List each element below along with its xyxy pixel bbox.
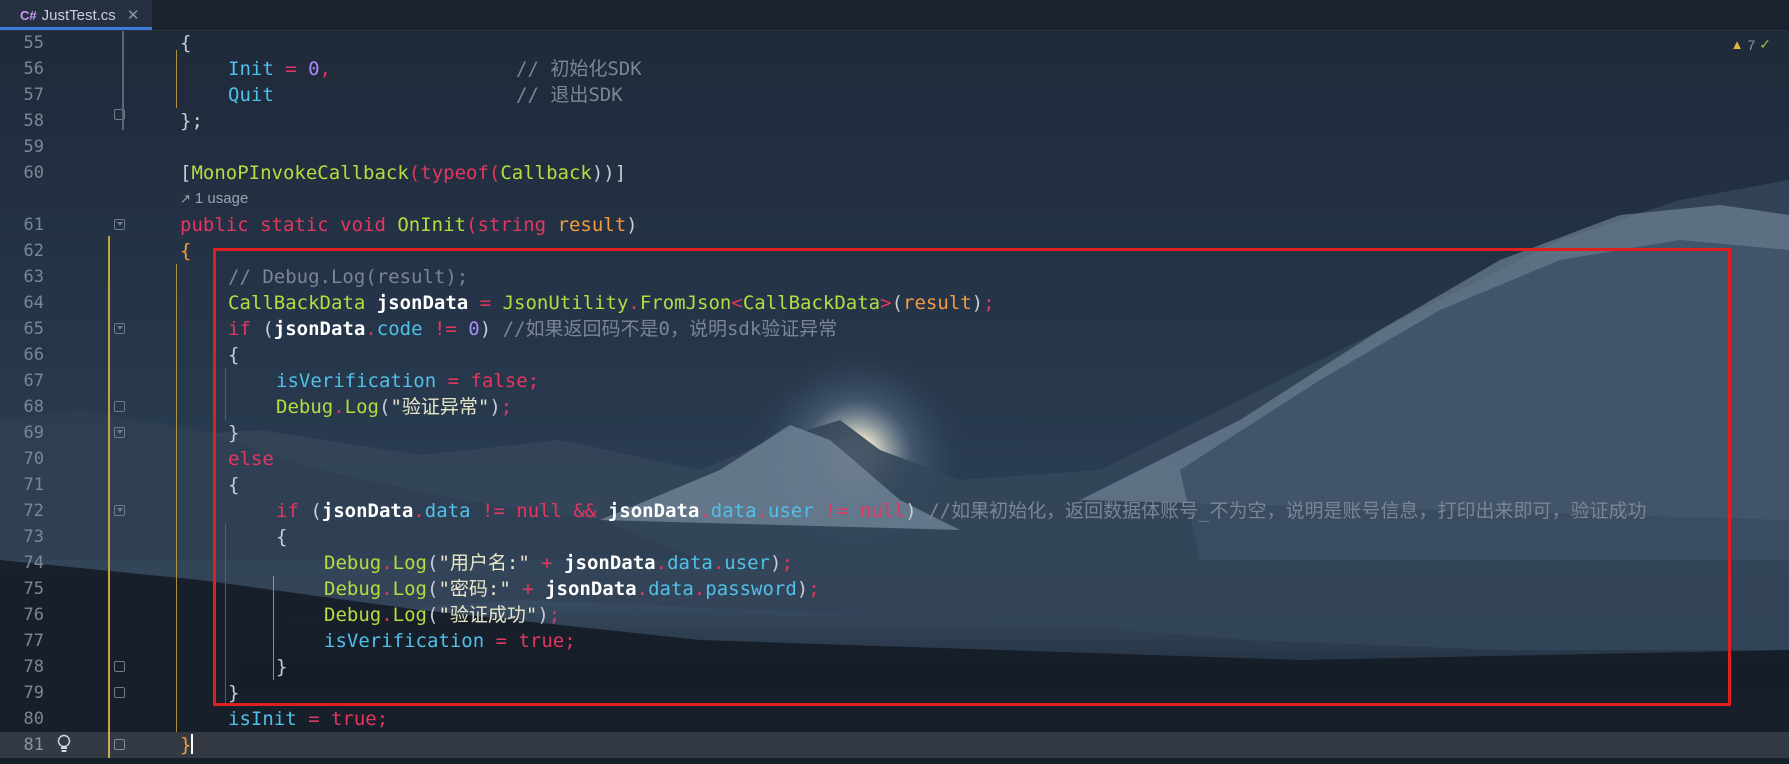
code-line-62: { — [180, 238, 191, 264]
code-line-58: }; — [180, 108, 203, 134]
comment: // 初始化SDK — [516, 58, 642, 80]
brace: { — [180, 240, 192, 262]
brace: { — [180, 32, 192, 54]
current-line-highlight — [0, 732, 1789, 758]
warning-count: 7 — [1747, 36, 1756, 53]
warning-triangle-icon: ▲ — [1730, 37, 1744, 52]
annotation-highlight-box — [213, 248, 1731, 706]
text-cursor — [191, 734, 194, 754]
punctuation: ) — [626, 214, 638, 236]
editor-tab-bar: C# JustTest.cs ✕ — [0, 0, 1789, 31]
comment: // 退出SDK — [516, 84, 623, 106]
operator: = — [273, 58, 309, 80]
tab-justtest-cs[interactable]: C# JustTest.cs ✕ — [0, 0, 152, 30]
code-line-61: public static void OnInit(string result) — [180, 212, 638, 238]
brace: } — [180, 734, 192, 756]
field: isInit — [228, 708, 297, 730]
punctuation: ( — [488, 162, 501, 184]
usage-hint[interactable]: ↗ 1 usage — [180, 186, 248, 212]
usage-count: 1 usage — [194, 190, 249, 207]
tab-filename: JustTest.cs — [41, 6, 116, 24]
active-tab-indicator — [0, 27, 152, 30]
number-literal: 0 — [308, 58, 320, 80]
keyword: typeof — [420, 162, 489, 184]
code-line-81: } — [180, 732, 194, 758]
punctuation: ; — [376, 708, 389, 730]
indent-guide — [176, 264, 177, 732]
attribute-name: MonoPInvokeCallback — [191, 162, 409, 184]
punctuation: ))] — [591, 162, 627, 184]
close-icon[interactable]: ✕ — [127, 6, 140, 24]
enum-member: Quit — [228, 84, 274, 106]
punctuation: , — [319, 58, 331, 80]
code-line-80: isInit = true; — [228, 706, 388, 732]
checkmark-icon: ✓ — [1759, 36, 1771, 52]
method-name: OnInit — [397, 214, 466, 236]
code-line-55: { — [180, 30, 191, 56]
parameter: result — [557, 214, 627, 236]
type-name: Callback — [500, 162, 592, 184]
keyword: public static void — [180, 214, 398, 236]
arrow-up-right-icon: ↗ — [180, 191, 191, 206]
indent-guide — [176, 50, 177, 108]
punctuation: ( — [408, 162, 421, 184]
enum-member: Init — [228, 58, 274, 80]
code-line-57: Quit // 退出SDK — [228, 82, 623, 108]
operator: = — [296, 708, 331, 730]
brace: }; — [180, 110, 203, 132]
punctuation: ( — [465, 214, 478, 236]
code-line-56: Init = 0, // 初始化SDK — [228, 56, 642, 82]
punctuation: [ — [180, 162, 192, 184]
inspection-widget[interactable]: ▲ 7 ✓ — [1731, 36, 1771, 53]
csharp-file-icon: C# — [20, 7, 37, 23]
keyword: string — [477, 214, 558, 236]
code-line-60: [MonoPInvokeCallback(typeof(Callback))] — [180, 160, 626, 186]
keyword: true — [330, 708, 377, 730]
